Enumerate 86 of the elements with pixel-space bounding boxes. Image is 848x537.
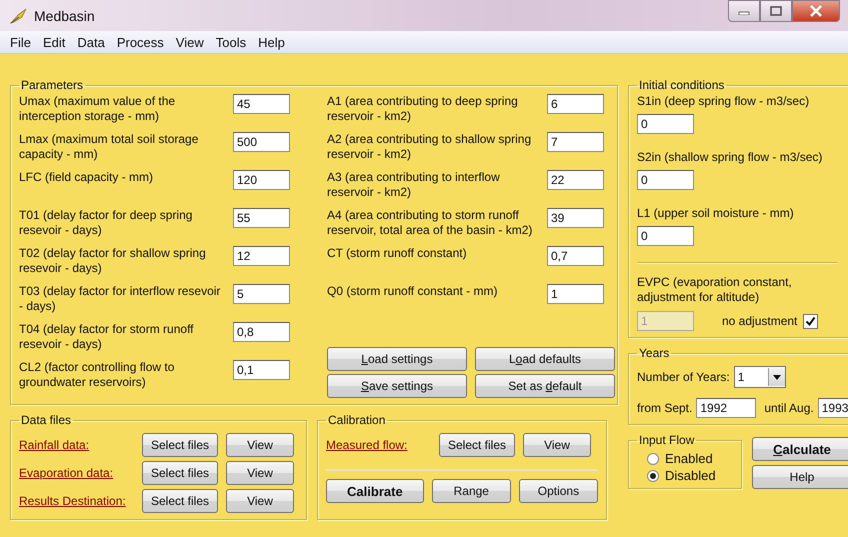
parameter-label: CL2 (factor controlling flow to groundwater reservoirs) bbox=[19, 360, 176, 390]
view-button[interactable]: View bbox=[226, 461, 294, 485]
settings-button[interactable]: Save settings bbox=[327, 374, 467, 398]
calibration-button[interactable]: Calibrate bbox=[326, 479, 424, 503]
menu-item[interactable]: Process bbox=[110, 34, 170, 50]
menu-item[interactable]: Help bbox=[252, 34, 291, 50]
view-button[interactable]: View bbox=[226, 433, 294, 457]
parameter-label: LFC (field capacity - mm) bbox=[19, 170, 154, 185]
year-field[interactable]: 1993 bbox=[818, 398, 848, 418]
parameter-field[interactable]: 39 bbox=[547, 208, 604, 228]
field-label: S2in (shallow spring flow - m3/sec) bbox=[637, 150, 824, 164]
parameter-field[interactable]: 1 bbox=[547, 284, 604, 304]
parameter-label: A2 (area contributing to shallow spring reservoir - km2) bbox=[327, 132, 532, 162]
group-title: Parameters bbox=[20, 78, 84, 92]
file-link[interactable]: Results Destination: bbox=[19, 494, 134, 508]
app-icon bbox=[10, 8, 28, 24]
view-button[interactable]: View bbox=[523, 433, 591, 457]
parameter-label: T03 (delay factor for interflow resevoir - days) bbox=[19, 284, 222, 314]
parameter-label: Umax (maximum value of the interception storage - mm) bbox=[19, 94, 176, 124]
parameter-field[interactable]: 0,7 bbox=[547, 246, 604, 266]
file-link[interactable]: Rainfall data: bbox=[19, 438, 134, 452]
year-field[interactable]: 1992 bbox=[696, 398, 756, 418]
settings-button[interactable]: Load defaults bbox=[475, 347, 615, 371]
maximize-button[interactable] bbox=[760, 0, 792, 22]
field-label: L1 (upper soil moisture - mm) bbox=[637, 206, 795, 220]
parameter-field[interactable]: 5 bbox=[233, 284, 290, 304]
parameter-label: T01 (delay factor for deep spring resevoir - days) bbox=[19, 208, 194, 238]
parameter-label: CT (storm runoff constant) bbox=[327, 246, 468, 261]
select-files-button[interactable]: Select files bbox=[439, 433, 515, 457]
settings-button[interactable]: Set as default bbox=[475, 374, 615, 398]
menu-item[interactable]: Data bbox=[71, 34, 111, 50]
field-label: EVPC (evaporation constant, adjustment for altitude) bbox=[637, 275, 793, 305]
maximize-icon bbox=[770, 6, 782, 16]
action-button[interactable]: Help bbox=[752, 465, 848, 489]
parameter-field[interactable]: 45 bbox=[233, 94, 290, 114]
menu-item[interactable]: View bbox=[170, 34, 210, 50]
group-title: Initial conditions bbox=[638, 78, 726, 92]
select-files-button[interactable]: Select files bbox=[142, 489, 218, 513]
menu-item[interactable]: Edit bbox=[36, 34, 72, 50]
parameter-label: A3 (area contributing to interflow reservoir - km2) bbox=[327, 170, 501, 200]
action-button[interactable]: Calculate bbox=[752, 437, 848, 461]
field-label: Number of Years: bbox=[637, 370, 730, 384]
window-title: Medbasin bbox=[34, 8, 96, 24]
initial-field[interactable]: 0 bbox=[637, 226, 694, 246]
minimize-button[interactable] bbox=[728, 0, 760, 22]
group-title: Data files bbox=[20, 413, 72, 427]
parameter-field[interactable]: 0,8 bbox=[233, 322, 290, 342]
parameter-field[interactable]: 12 bbox=[233, 246, 290, 266]
settings-button[interactable]: Load settings bbox=[327, 347, 467, 371]
parameter-field[interactable]: 120 bbox=[233, 170, 290, 190]
file-link[interactable]: Evaporation data: bbox=[19, 466, 134, 480]
field-label: until Aug. bbox=[764, 401, 814, 415]
radio-option[interactable]: Disabled bbox=[647, 468, 733, 483]
field-label: S1in (deep spring flow - m3/sec) bbox=[637, 94, 810, 108]
initial-field[interactable]: 0 bbox=[637, 114, 694, 134]
parameter-label: Lmax (maximum total soil storage capacity - mm) bbox=[19, 132, 200, 162]
parameter-field[interactable]: 500 bbox=[233, 132, 290, 152]
parameter-field[interactable]: 7 bbox=[547, 132, 604, 152]
radio-option[interactable]: Enabled bbox=[647, 451, 733, 466]
menu-item[interactable]: File bbox=[4, 34, 37, 50]
select-files-button[interactable]: Select files bbox=[142, 461, 218, 485]
years-dropdown[interactable]: 1 bbox=[734, 366, 786, 388]
parameter-label: T04 (delay factor for storm runoff resevoir - days) bbox=[19, 322, 195, 352]
parameter-field[interactable]: 22 bbox=[547, 170, 604, 190]
parameter-label: A4 (area contributing to storm runoff reservoir, total area of the basin - km2) bbox=[327, 208, 534, 238]
calibration-button[interactable]: Range bbox=[432, 479, 511, 503]
parameter-label: T02 (delay factor for shallow spring resevoir - days) bbox=[19, 246, 207, 276]
menu-item[interactable]: Tools bbox=[210, 34, 252, 50]
file-link[interactable]: Measured flow: bbox=[326, 438, 431, 452]
calibration-button[interactable]: Options bbox=[518, 479, 598, 503]
field-label: from Sept. bbox=[637, 401, 692, 415]
close-icon bbox=[809, 5, 823, 17]
checkbox-label: no adjustment bbox=[722, 314, 798, 328]
parameter-field[interactable]: 55 bbox=[233, 208, 290, 228]
dropdown-arrow-icon bbox=[772, 374, 781, 380]
parameter-label: A1 (area contributing to deep spring reservoir - km2) bbox=[327, 94, 519, 124]
parameter-field[interactable]: 6 bbox=[547, 94, 604, 114]
group-title: Input Flow bbox=[638, 433, 696, 447]
parameter-field[interactable]: 0,1 bbox=[233, 360, 290, 380]
close-button[interactable] bbox=[792, 0, 840, 22]
select-files-button[interactable]: Select files bbox=[142, 433, 218, 457]
group-title: Calibration bbox=[327, 413, 386, 427]
parameter-label: Q0 (storm runoff constant - mm) bbox=[327, 284, 498, 299]
group-title: Years bbox=[638, 346, 670, 360]
initial-field[interactable]: 0 bbox=[637, 170, 694, 190]
view-button[interactable]: View bbox=[226, 489, 294, 513]
